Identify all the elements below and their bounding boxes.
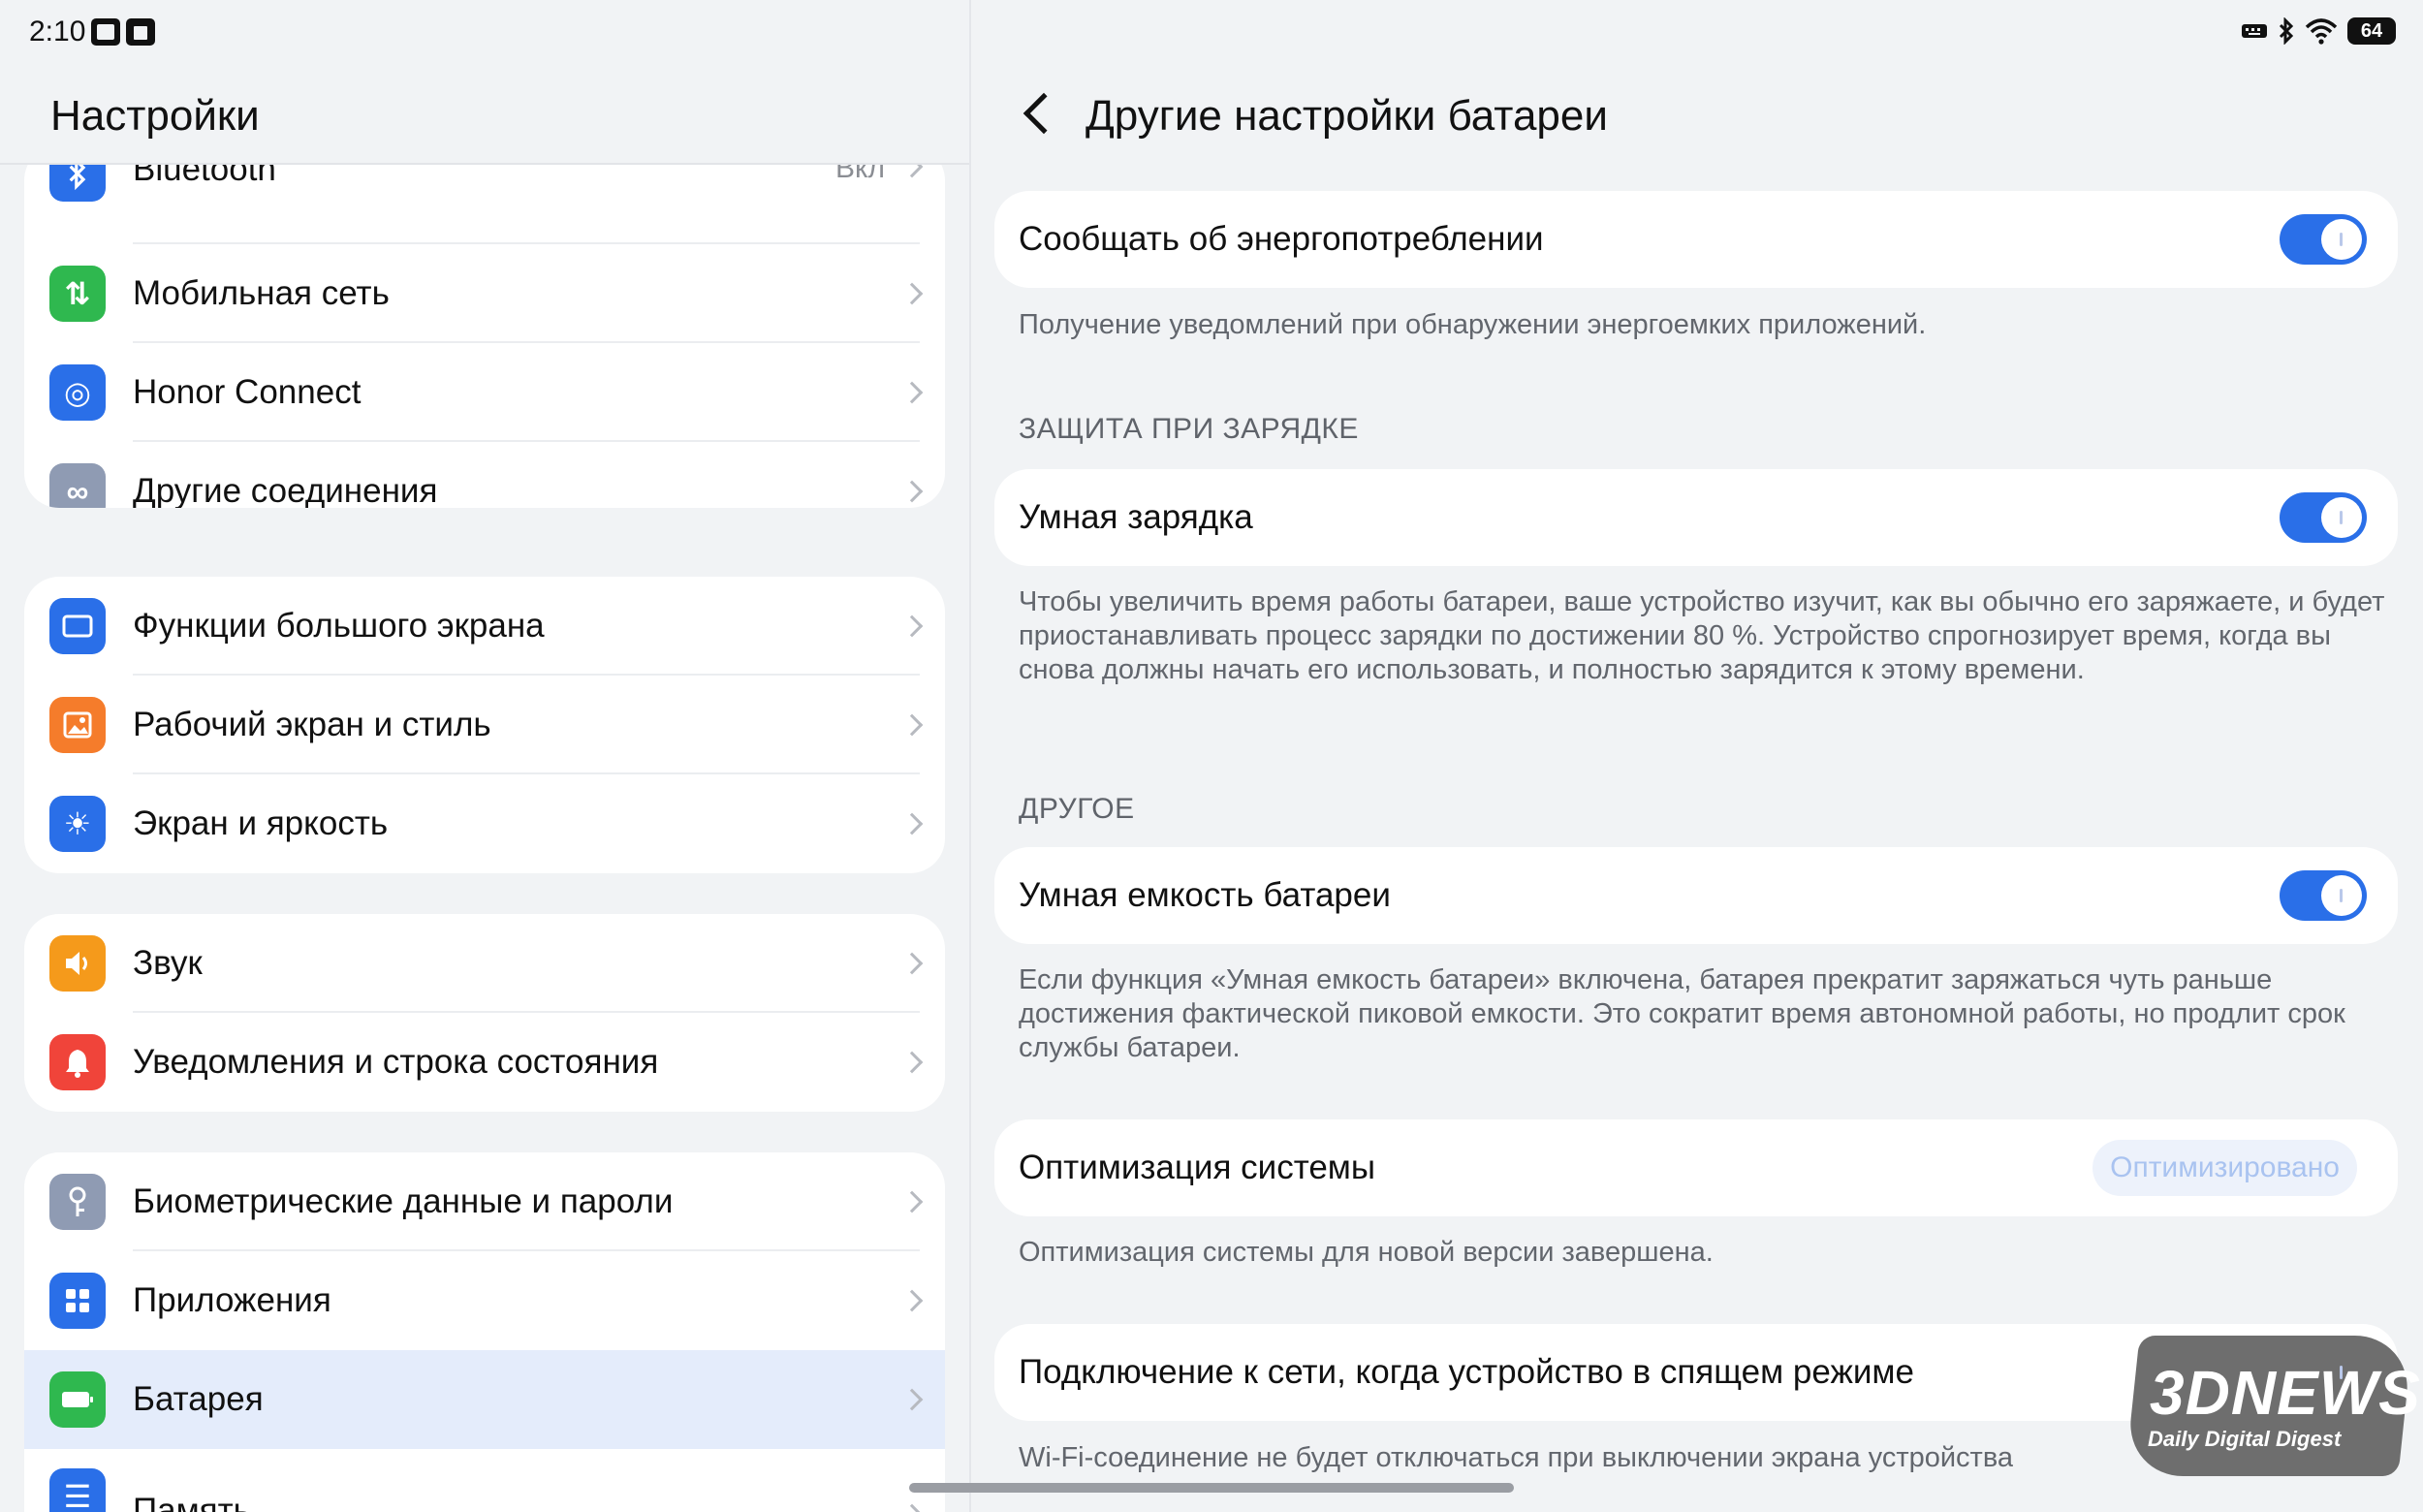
- sidebar-item-honor-connect[interactable]: ◎ Honor Connect: [24, 343, 945, 442]
- settings-group-connections: Bluetooth Вкл ⇅ Мобильная сеть ◎ Honor C…: [24, 165, 945, 508]
- bluetooth-icon: [49, 165, 106, 202]
- sidebar-item-battery[interactable]: Батарея: [24, 1350, 945, 1449]
- screen: 2:10 64 Настройки Bluetooth Вкл ⇅ Мобиль…: [0, 0, 2423, 1512]
- wallpaper-icon: [49, 697, 106, 753]
- clock: 2:10: [29, 16, 86, 47]
- sidebar-item-biometrics[interactable]: Биометрические данные и пароли: [24, 1152, 945, 1251]
- pane-divider: [969, 0, 971, 1512]
- settings-group-sound: Звук Уведомления и строка состояния: [24, 914, 945, 1112]
- setting-system-optimization[interactable]: Оптимизация системы Оптимизировано: [994, 1119, 2398, 1216]
- watermark-tagline: Daily Digital Digest: [2148, 1427, 2342, 1451]
- honor-connect-icon: ◎: [49, 364, 106, 421]
- status-bar-time: 2:10: [29, 16, 156, 48]
- chevron-right-icon: [900, 1503, 924, 1512]
- setting-power-consumption-alerts[interactable]: Сообщать об энергопотреблении: [994, 191, 2398, 288]
- settings-title: Настройки: [50, 92, 260, 140]
- sidebar-item-display-brightness[interactable]: ☀ Экран и яркость: [24, 774, 945, 873]
- home-indicator[interactable]: [909, 1483, 1514, 1493]
- chevron-right-icon: [900, 480, 924, 503]
- sidebar-item-bluetooth[interactable]: Bluetooth Вкл: [24, 165, 945, 244]
- power-alerts-toggle[interactable]: [2280, 214, 2367, 265]
- chevron-right-icon: [900, 812, 924, 835]
- chevron-right-icon: [900, 1388, 924, 1411]
- chevron-right-icon: [900, 282, 924, 305]
- bluetooth-status-icon: [2279, 17, 2294, 45]
- sidebar-item-apps[interactable]: Приложения: [24, 1251, 945, 1350]
- sidebar-item-home-screen-style[interactable]: Рабочий экран и стиль: [24, 676, 945, 774]
- large-screen-icon: [49, 598, 106, 654]
- sidebar-item-other-connections[interactable]: ∞ Другие соединения: [24, 442, 945, 508]
- optimized-status-badge: Оптимизировано: [2093, 1140, 2357, 1196]
- setting-label: Умная зарядка: [1019, 498, 1253, 536]
- setting-label: Подключение к сети, когда устройство в с…: [1019, 1353, 1914, 1391]
- link-icon: ∞: [49, 463, 106, 508]
- smart-capacity-toggle[interactable]: [2280, 870, 2367, 921]
- chevron-right-icon: [900, 952, 924, 975]
- page-title: Другие настройки батареи: [1086, 92, 1608, 140]
- setting-description: Чтобы увеличить время работы батареи, ва…: [1019, 586, 2385, 685]
- chevron-right-icon: [900, 165, 924, 178]
- wifi-icon: [2305, 18, 2338, 45]
- mobile-network-icon: ⇅: [49, 266, 106, 322]
- chevron-right-icon: [900, 713, 924, 737]
- battery-icon: [49, 1371, 106, 1428]
- brightness-icon: ☀: [49, 796, 106, 852]
- gallery-notification-icon: [91, 18, 121, 46]
- settings-list[interactable]: Bluetooth Вкл ⇅ Мобильная сеть ◎ Honor C…: [0, 165, 969, 1512]
- section-header-other: ДРУГОЕ: [1019, 793, 1135, 825]
- settings-group-display: Функции большого экрана Рабочий экран и …: [24, 577, 945, 873]
- keyboard-icon: [2242, 24, 2267, 38]
- setting-description: Если функция «Умная емкость батареи» вкл…: [1019, 964, 2345, 1063]
- setting-smart-battery-capacity[interactable]: Умная емкость батареи: [994, 847, 2398, 944]
- setting-label: Сообщать об энергопотреблении: [1019, 220, 1544, 258]
- section-header-charging-protection: ЗАЩИТА ПРИ ЗАРЯДКЕ: [1019, 413, 1359, 445]
- watermark-logo: 3DNEWS: [2150, 1358, 2421, 1428]
- app-notification-icon: [126, 18, 156, 46]
- sidebar-item-notifications[interactable]: Уведомления и строка состояния: [24, 1013, 945, 1112]
- bluetooth-status: Вкл: [835, 165, 885, 184]
- setting-label: Умная емкость батареи: [1019, 876, 1391, 914]
- chevron-right-icon: [900, 1051, 924, 1074]
- apps-grid-icon: [49, 1273, 106, 1329]
- notification-bell-icon: [49, 1034, 106, 1090]
- setting-smart-charging[interactable]: Умная зарядка: [994, 469, 2398, 566]
- key-icon: [49, 1174, 106, 1230]
- setting-description: Оптимизация системы для новой версии зав…: [1019, 1237, 1714, 1268]
- header-divider: [0, 163, 969, 165]
- setting-description: Получение уведомлений при обнаружении эн…: [1019, 309, 1927, 340]
- chevron-right-icon: [900, 614, 924, 638]
- storage-icon: ☰: [49, 1468, 106, 1512]
- sidebar-item-large-screen[interactable]: Функции большого экрана: [24, 577, 945, 676]
- sidebar-item-storage[interactable]: ☰ Память: [24, 1449, 945, 1512]
- settings-group-system: Биометрические данные и пароли Приложени…: [24, 1152, 945, 1512]
- back-button[interactable]: [1023, 92, 1065, 135]
- sidebar-item-mobile-network[interactable]: ⇅ Мобильная сеть: [24, 244, 945, 343]
- sidebar-item-sound[interactable]: Звук: [24, 914, 945, 1013]
- smart-charging-toggle[interactable]: [2280, 492, 2367, 543]
- setting-label: Оптимизация системы: [1019, 1149, 1376, 1186]
- sound-icon: [49, 935, 106, 992]
- battery-level-badge: 64: [2347, 17, 2396, 45]
- chevron-right-icon: [900, 1289, 924, 1312]
- chevron-right-icon: [900, 1190, 924, 1213]
- status-bar-right: 64: [2241, 17, 2396, 45]
- chevron-right-icon: [900, 381, 924, 404]
